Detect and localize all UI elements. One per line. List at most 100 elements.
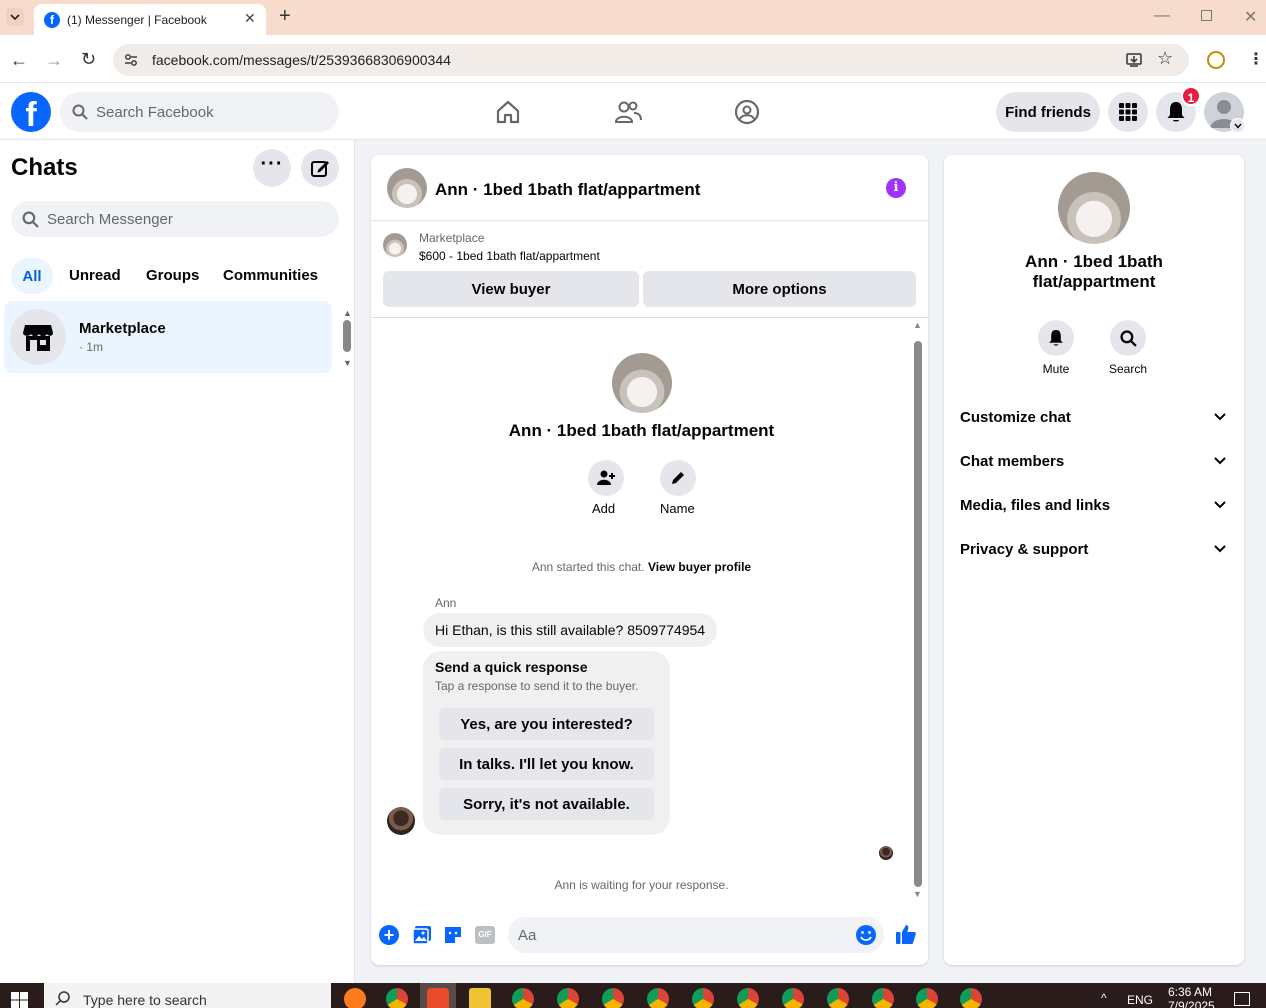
filter-unread[interactable]: Unread [69, 267, 121, 284]
chrome-window-icon[interactable] [827, 988, 849, 1008]
view-buyer-profile-link[interactable]: View buyer profile [648, 560, 751, 574]
chat-started-text: Ann started this chat. [531, 560, 645, 574]
firefox-icon[interactable] [344, 988, 366, 1008]
restore-icon[interactable] [1201, 10, 1212, 21]
site-settings-icon[interactable] [123, 52, 139, 68]
scroll-down-arrow[interactable]: ▼ [913, 889, 922, 899]
chrome-window-icon[interactable] [512, 988, 534, 1008]
quick-response-in-talks[interactable]: In talks. I'll let you know. [439, 748, 654, 780]
messenger-search-input[interactable]: Search Messenger [11, 201, 339, 237]
sticker-icon[interactable] [443, 925, 463, 945]
chrome-window-icon[interactable] [782, 988, 804, 1008]
conversation-title[interactable]: Ann · 1bed 1bath flat/appartment [435, 180, 700, 200]
scroll-up-arrow[interactable]: ▲ [913, 320, 922, 330]
scroll-up-arrow[interactable]: ▲ [343, 308, 352, 318]
chrome-window-icon[interactable] [692, 988, 714, 1008]
conversation-info-icon[interactable]: i [886, 178, 906, 198]
gif-icon[interactable]: GIF [475, 926, 495, 944]
privacy-support-row[interactable]: Privacy & support [952, 535, 1236, 565]
search-icon [55, 991, 70, 1006]
new-tab-icon[interactable]: + [279, 5, 291, 28]
chat-members-label: Chat members [960, 453, 1065, 470]
account-chevron[interactable] [1230, 118, 1245, 133]
add-people-button[interactable] [588, 460, 624, 496]
customize-chat-row[interactable]: Customize chat [952, 403, 1236, 433]
search-in-chat-button[interactable] [1110, 320, 1146, 356]
photo-icon[interactable] [412, 925, 432, 945]
reload-icon[interactable]: ↻ [81, 49, 96, 70]
address-bar[interactable]: facebook.com/messages/t/2539366830690034… [113, 44, 1189, 76]
profile-avatar[interactable] [612, 353, 672, 413]
messages-scrollbar[interactable] [914, 341, 922, 887]
tab-list-button[interactable] [6, 8, 24, 26]
action-center-icon[interactable] [1234, 992, 1250, 1006]
minimize-icon[interactable]: — [1154, 7, 1170, 25]
details-avatar[interactable] [1058, 172, 1130, 244]
message-input[interactable]: Aa [508, 917, 884, 953]
message-bubble[interactable]: Hi Ethan, is this still available? 85097… [423, 613, 718, 647]
chevron-down-icon [1214, 501, 1226, 509]
facebook-logo-icon[interactable]: f [11, 92, 51, 132]
profile-icon[interactable] [1207, 51, 1225, 69]
taskbar-search-input[interactable]: Type here to search [44, 983, 331, 1008]
chat-list-item-marketplace[interactable]: Marketplace · 1m [4, 301, 332, 373]
install-app-icon[interactable] [1125, 51, 1143, 69]
filter-all[interactable]: All [11, 258, 53, 294]
forward-icon[interactable]: → [45, 50, 63, 71]
more-options-button[interactable]: More options [643, 271, 916, 307]
listing-title[interactable]: $600 - 1bed 1bath flat/appartment [419, 249, 600, 263]
sender-avatar[interactable] [387, 807, 415, 835]
edit-name-button[interactable] [660, 460, 696, 496]
view-buyer-button[interactable]: View buyer [383, 271, 639, 307]
quick-response-not-available[interactable]: Sorry, it's not available. [439, 788, 654, 820]
thumbs-up-icon[interactable] [895, 923, 917, 945]
clock-date[interactable]: 7/9/2025 [1168, 999, 1215, 1008]
chrome-window-icon[interactable] [557, 988, 579, 1008]
chrome-window-icon[interactable] [602, 988, 624, 1008]
browser-tab[interactable]: f (1) Messenger | Facebook ✕ [34, 4, 266, 35]
more-actions-plus-icon[interactable]: + [379, 925, 399, 945]
privacy-support-label: Privacy & support [960, 541, 1089, 558]
bookmark-star-icon[interactable]: ☆ [1157, 48, 1173, 69]
chats-options-button[interactable]: ··· [253, 149, 291, 187]
chrome-window-icon[interactable] [916, 988, 938, 1008]
browser-menu-icon[interactable]: ⋮ [1248, 49, 1264, 69]
clock-time[interactable]: 6:36 AM [1168, 985, 1212, 999]
conversation-avatar[interactable] [387, 168, 427, 208]
scroll-down-arrow[interactable]: ▼ [343, 358, 352, 368]
filter-groups[interactable]: Groups [146, 267, 199, 284]
chrome-window-icon[interactable] [737, 988, 759, 1008]
friends-icon[interactable] [614, 99, 642, 125]
chat-name: Marketplace [79, 320, 166, 337]
new-message-button[interactable] [301, 149, 339, 187]
groups-icon[interactable] [734, 99, 760, 125]
file-explorer-icon[interactable] [469, 988, 491, 1008]
language-indicator[interactable]: ENG [1127, 993, 1153, 1007]
menu-button[interactable] [1108, 92, 1148, 132]
quick-response-yes[interactable]: Yes, are you interested? [439, 708, 654, 740]
windows-start-icon[interactable] [11, 992, 28, 1008]
filter-communities[interactable]: Communities [223, 267, 318, 284]
show-hidden-icons-icon[interactable]: ^ [1101, 991, 1107, 1005]
bell-icon [1049, 330, 1063, 346]
mute-button[interactable] [1038, 320, 1074, 356]
details-panel: Ann · 1bed 1bath flat/appartment Mute Se… [944, 155, 1244, 965]
emoji-icon[interactable] [855, 924, 877, 946]
chrome-window-icon[interactable] [960, 988, 982, 1008]
chrome-icon[interactable] [386, 988, 408, 1008]
chrome-window-icon[interactable] [647, 988, 669, 1008]
home-icon[interactable] [495, 99, 521, 125]
facebook-favicon-icon: f [44, 12, 60, 28]
back-icon[interactable]: ← [10, 50, 28, 71]
chat-started-note: Ann started this chat. View buyer profil… [371, 560, 912, 574]
chrome-window-icon[interactable] [872, 988, 894, 1008]
close-tab-icon[interactable]: ✕ [244, 10, 256, 27]
more-dots-icon: ··· [260, 153, 284, 175]
close-window-icon[interactable]: ✕ [1244, 7, 1257, 27]
media-files-links-row[interactable]: Media, files and links [952, 491, 1236, 521]
chat-members-row[interactable]: Chat members [952, 447, 1236, 477]
find-friends-button[interactable]: Find friends [996, 92, 1100, 132]
facebook-search-input[interactable]: Search Facebook [60, 92, 339, 132]
chat-list-scrollbar[interactable] [343, 320, 351, 352]
app-icon[interactable] [427, 988, 449, 1008]
